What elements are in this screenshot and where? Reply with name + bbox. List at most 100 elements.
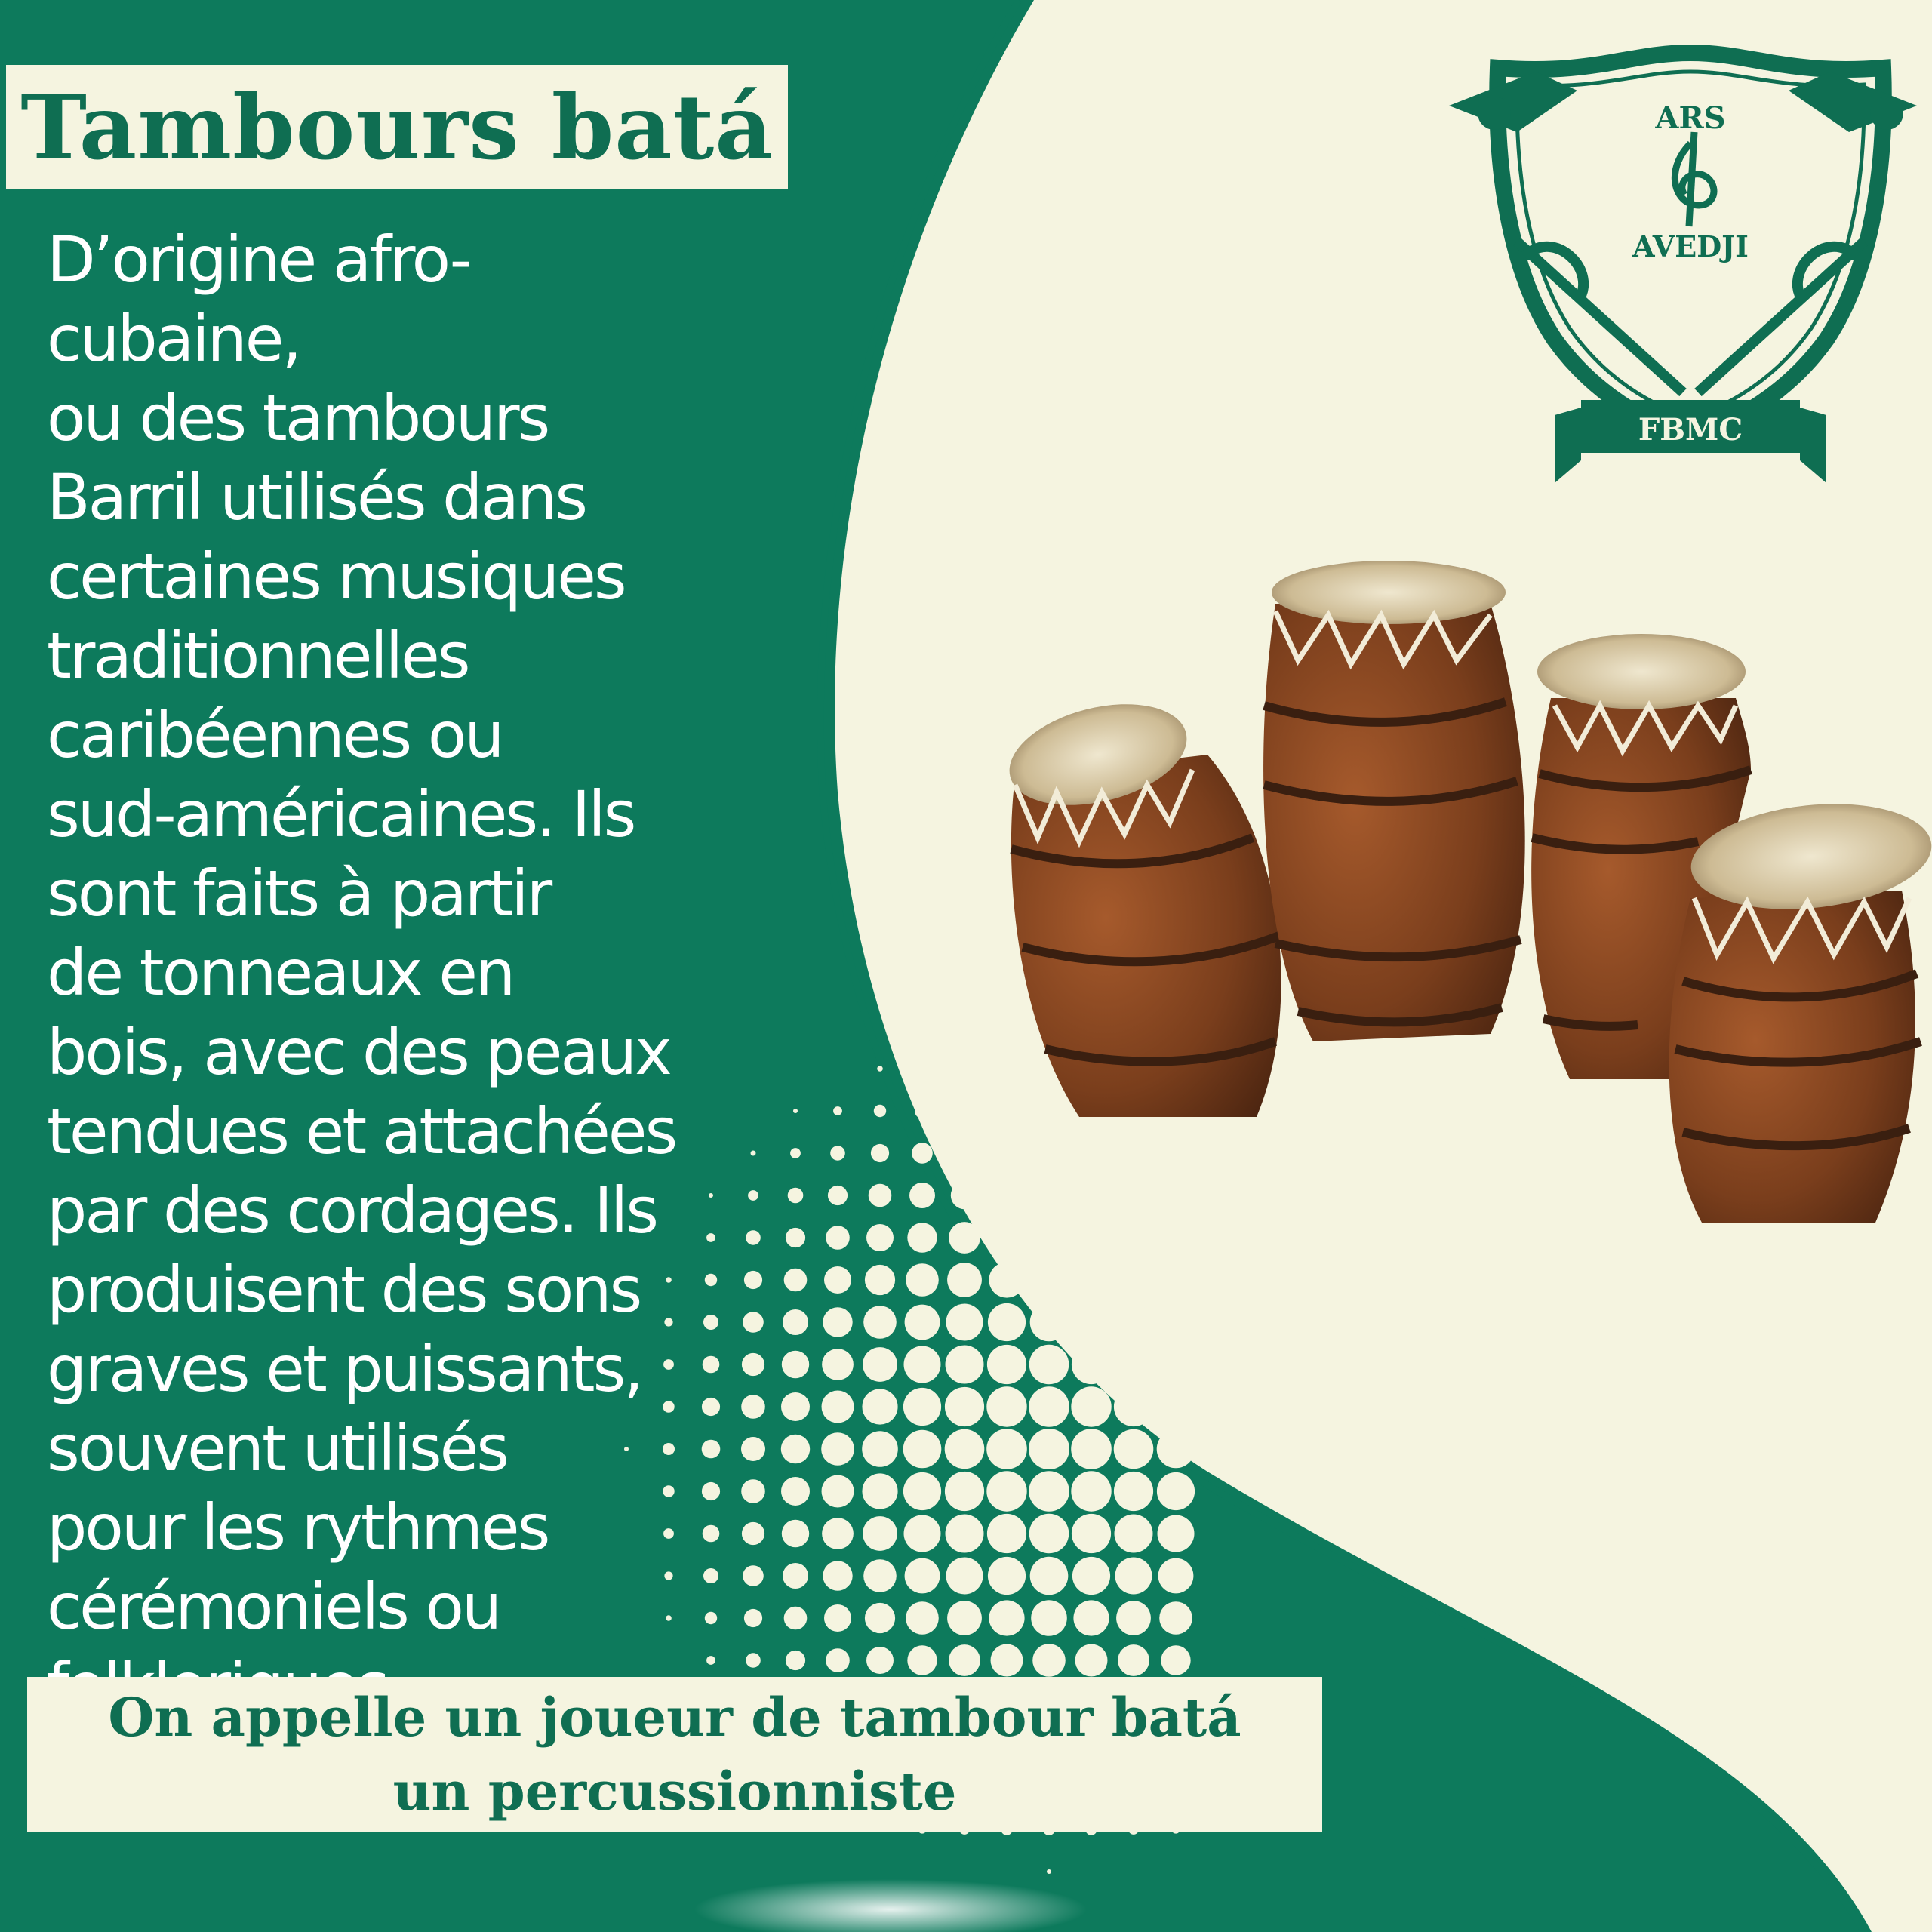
halftone-dot — [992, 1181, 1021, 1210]
halftone-dot — [824, 1266, 851, 1294]
halftone-dot — [868, 1183, 892, 1208]
halftone-dot — [903, 1429, 942, 1469]
halftone-dot — [1118, 1222, 1149, 1254]
halftone-dot — [990, 1221, 1023, 1254]
halftone-dot — [1114, 1514, 1153, 1553]
halftone-dot — [904, 1558, 940, 1594]
halftone-dot — [1071, 1429, 1112, 1469]
halftone-dot — [1001, 1063, 1013, 1075]
halftone-dot — [780, 1434, 811, 1464]
halftone-dot — [1079, 1141, 1103, 1165]
halftone-dot — [823, 1561, 853, 1591]
halftone-dot — [903, 1346, 941, 1383]
halftone-dot — [1072, 1556, 1111, 1595]
halftone-dot — [781, 1392, 810, 1421]
halftone-dot — [702, 1355, 720, 1374]
halftone-dot — [781, 1350, 810, 1379]
halftone-dot — [1031, 1262, 1067, 1298]
halftone-dot — [862, 1389, 898, 1425]
halftone-dot — [903, 1387, 942, 1426]
halftone-dot — [701, 1439, 721, 1459]
halftone-dot — [955, 1102, 974, 1120]
halftone-dot — [743, 1565, 764, 1586]
halftone-dot — [1115, 1303, 1152, 1341]
halftone-dot — [824, 1604, 851, 1632]
halftone-dot — [944, 1429, 985, 1469]
halftone-dot — [873, 1104, 887, 1118]
halftone-dot — [986, 1429, 1027, 1469]
halftone-dot — [959, 1063, 970, 1074]
halftone-dot — [864, 1264, 896, 1296]
halftone-dot — [1073, 1262, 1109, 1298]
halftone-dot — [743, 1312, 764, 1333]
halftone-dot — [746, 1653, 761, 1668]
halftone-dot — [904, 1304, 940, 1340]
halftone-dot — [1156, 1472, 1195, 1511]
halftone-dot — [1118, 1644, 1149, 1676]
halftone-dot — [950, 1181, 979, 1210]
halftone-dot — [863, 1306, 897, 1339]
halftone-dot — [748, 1190, 758, 1201]
halftone-dot — [785, 1227, 806, 1248]
halftone-dot — [864, 1602, 896, 1634]
halftone-dot — [785, 1650, 806, 1671]
halftone-dot — [787, 1187, 804, 1204]
halftone-dot — [702, 1524, 720, 1543]
halftone-dot — [945, 1345, 984, 1384]
halftone-dot — [986, 1471, 1027, 1512]
halftone-dot — [1029, 1556, 1069, 1595]
halftone-dot — [862, 1473, 898, 1509]
halftone-dot — [1071, 1471, 1112, 1512]
halftone-dot — [1114, 1345, 1153, 1384]
halftone-dot — [827, 1185, 848, 1206]
halftone-dot — [1071, 1513, 1112, 1554]
halftone-dot — [821, 1390, 854, 1423]
halftone-dot — [1116, 1601, 1151, 1635]
halftone-dot — [1029, 1513, 1069, 1554]
halftone-dot — [1029, 1429, 1069, 1469]
halftone-dot — [1072, 1303, 1111, 1342]
halftone-dot — [949, 1222, 980, 1254]
halftone-dot — [833, 1106, 842, 1115]
halftone-dot — [746, 1230, 761, 1245]
halftone-dot — [946, 1557, 983, 1595]
halftone-dot — [790, 1148, 801, 1158]
halftone-dot — [989, 1600, 1025, 1636]
halftone-dot — [863, 1516, 897, 1551]
halftone-dot — [907, 1645, 937, 1675]
halftone-dot — [783, 1309, 808, 1335]
halftone-dot — [995, 1141, 1019, 1165]
halftone-dot — [830, 1146, 845, 1161]
halftone-dot — [986, 1344, 1027, 1385]
halftone-dot — [1073, 1600, 1109, 1636]
footer-line-2: un percussionniste — [392, 1760, 957, 1823]
halftone-dot — [1032, 1221, 1066, 1254]
halftone-dot — [1113, 1429, 1154, 1469]
halftone-dot — [1156, 1387, 1195, 1426]
halftone-dot — [826, 1648, 850, 1672]
halftone-dot — [870, 1143, 890, 1163]
emblem-ribbon-text: FBMC — [1638, 412, 1743, 448]
halftone-dot — [909, 1183, 935, 1208]
halftone-dot — [1116, 1263, 1151, 1297]
halftone-dot — [701, 1481, 721, 1501]
halftone-dot — [1071, 1344, 1112, 1385]
halftone-dot — [822, 1518, 854, 1549]
halftone-dot — [1157, 1346, 1195, 1383]
halftone-dot — [863, 1347, 897, 1382]
description-text: D’origine afro-cubaine, ou des tambours … — [47, 223, 678, 1723]
halftone-dot — [947, 1601, 982, 1635]
halftone-dot — [741, 1521, 765, 1546]
halftone-dot — [1071, 1386, 1112, 1427]
drum-tall — [1263, 561, 1525, 1041]
halftone-dot — [1159, 1263, 1192, 1297]
halftone-dot — [947, 1263, 982, 1297]
halftone-dot — [866, 1224, 894, 1251]
halftone-dot — [949, 1644, 980, 1676]
halftone-dot — [1029, 1471, 1069, 1512]
halftone-dot — [1113, 1386, 1154, 1427]
halftone-dot — [743, 1270, 763, 1290]
halftone-dot — [1159, 1601, 1192, 1635]
halftone-dot — [1075, 1221, 1108, 1254]
halftone-dot — [903, 1515, 941, 1552]
